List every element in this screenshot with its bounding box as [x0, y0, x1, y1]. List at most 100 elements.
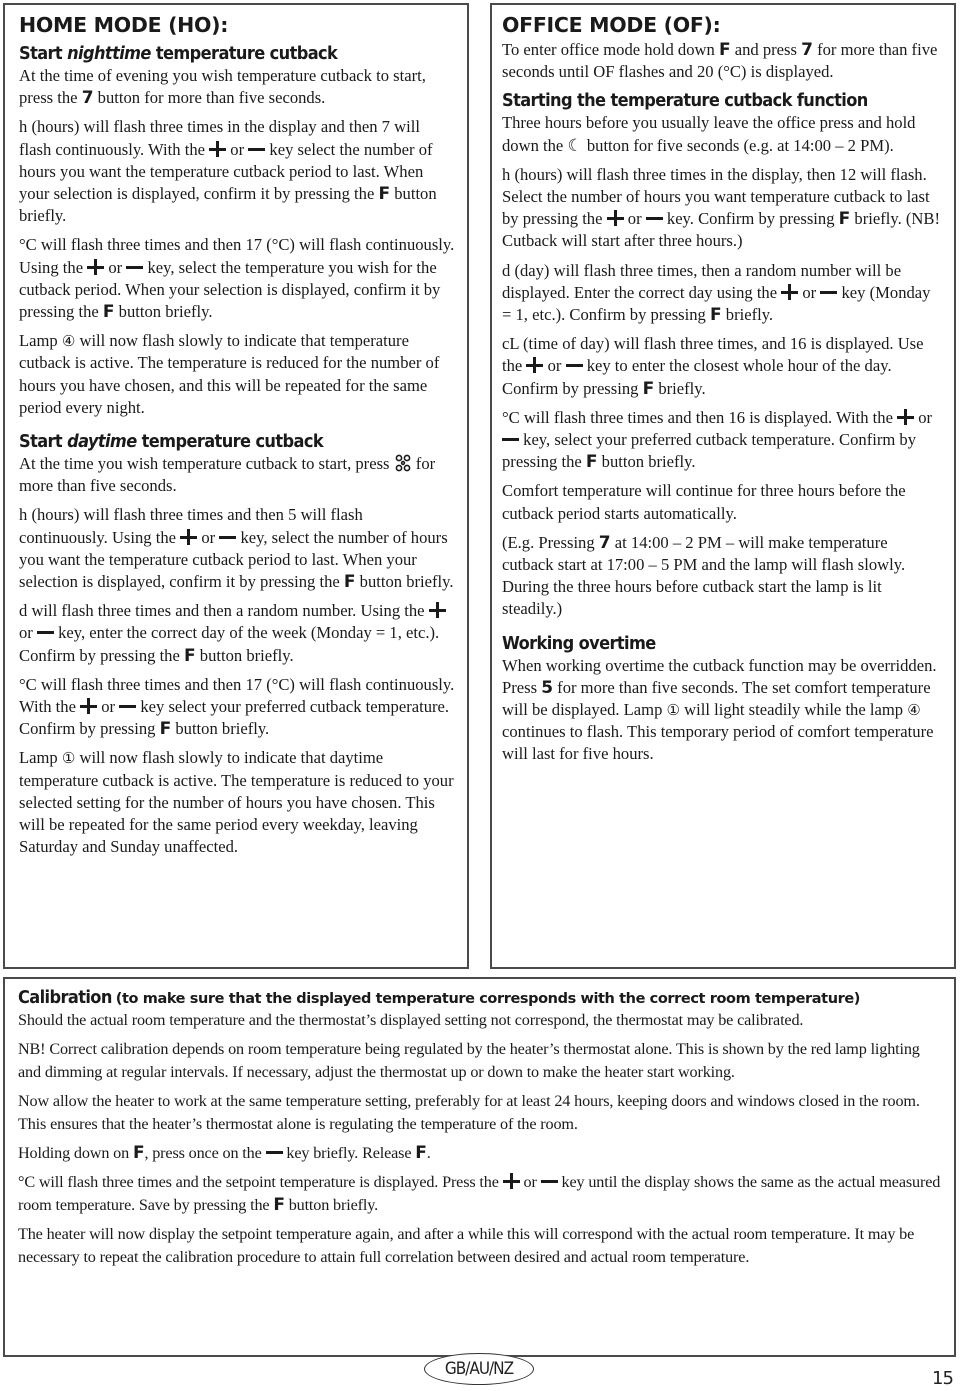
- minus-key-icon: [502, 432, 519, 446]
- office-mode-title: OFFICE MODE (OF):: [502, 13, 721, 37]
- text: Lamp: [19, 331, 62, 351]
- key-f-icon: F: [102, 302, 115, 323]
- office-paragraph: (E.g. Pressing 7 at 14:00 – 2 PM – will …: [502, 532, 942, 621]
- key-f-icon: F: [184, 645, 196, 666]
- minus-key-icon: [265, 1145, 283, 1159]
- key-7-icon: 7: [598, 532, 611, 553]
- key-f-icon: F: [642, 378, 655, 399]
- text: °C will flash three times and the setpoi…: [18, 1173, 503, 1192]
- text: or: [104, 257, 127, 277]
- key-f-icon: F: [838, 209, 851, 230]
- key-f-icon: F: [273, 1194, 285, 1215]
- text: Lamp: [19, 748, 62, 768]
- plus-key-icon: [209, 140, 227, 157]
- lamp-4-icon: ④: [907, 701, 921, 720]
- minus-key-icon: [119, 699, 137, 713]
- key-7-icon: 7: [81, 88, 94, 109]
- plus-key-icon: [428, 602, 446, 619]
- text: briefly.: [721, 305, 774, 325]
- heading-prefix: Start: [19, 431, 63, 453]
- nighttime-paragraph: Lamp ④ will now flash slowly to indicate…: [19, 330, 455, 419]
- text: d will flash three times and then a rand…: [19, 601, 429, 621]
- heading-suffix: temperature cutback: [155, 43, 338, 64]
- calibration-paragraph: Should the actual room temperature and t…: [18, 1011, 804, 1029]
- text: Holding down on: [18, 1144, 133, 1163]
- lamp-4-icon: ④: [61, 332, 76, 351]
- overtime-paragraph: When working overtime the cutback functi…: [502, 655, 942, 766]
- text: or: [623, 209, 646, 229]
- text: or: [914, 407, 933, 427]
- plus-key-icon: [606, 210, 624, 227]
- daytime-paragraph: At the time you wish temperature cutback…: [19, 453, 455, 497]
- text: will light steadily while the lamp: [679, 700, 908, 720]
- key-f-icon: F: [718, 40, 731, 60]
- daytime-paragraph: d will flash three times and then a rand…: [19, 600, 455, 667]
- text: or: [19, 623, 37, 643]
- text: button briefly.: [195, 645, 294, 665]
- key-f-icon: F: [132, 1143, 145, 1164]
- text: and press: [730, 40, 802, 59]
- daytime-paragraph: h (hours) will flash three times and the…: [19, 504, 455, 593]
- text: or: [197, 527, 220, 547]
- text: or: [226, 139, 249, 159]
- key-5-icon: 5: [541, 677, 554, 698]
- calibration-subheading: (to make sure that the displayed tempera…: [115, 991, 861, 1007]
- text: or: [543, 356, 566, 376]
- plus-key-icon: [781, 283, 799, 300]
- office-mode-section: OFFICE MODE (OF): To enter office mode h…: [490, 3, 956, 969]
- text: or: [519, 1173, 541, 1192]
- plus-key-icon: [897, 408, 915, 425]
- calibration-paragraph: NB! Correct calibration depends on room …: [18, 1040, 920, 1081]
- text: key. Confirm by pressing: [662, 209, 839, 229]
- text: , press once on the: [144, 1144, 266, 1163]
- page-number: 15: [932, 1368, 954, 1389]
- office-paragraph: h (hours) will flash three times in the …: [502, 164, 942, 253]
- minus-key-icon: [219, 530, 237, 544]
- home-mode-title: HOME MODE (HO):: [19, 13, 229, 37]
- key-7-icon: 7: [801, 40, 813, 60]
- text: button briefly.: [171, 719, 270, 739]
- key-f-icon: F: [585, 452, 598, 473]
- minus-key-icon: [36, 625, 54, 639]
- heading-suffix: temperature cutback: [141, 431, 324, 453]
- daytime-paragraph: °C will flash three times and then 17 (°…: [19, 674, 455, 741]
- plus-key-icon: [180, 528, 198, 545]
- text: button for five seconds (e.g. at 14:00 –…: [582, 135, 894, 155]
- key-f-icon: F: [159, 719, 172, 740]
- calibration-paragraph: The heater will now display the setpoint…: [18, 1225, 915, 1266]
- plus-key-icon: [80, 698, 98, 715]
- minus-key-icon: [645, 211, 663, 225]
- office-intro: To enter office mode hold down F and pre…: [502, 39, 942, 83]
- key-f-icon: F: [343, 572, 356, 593]
- minus-key-icon: [540, 1174, 558, 1188]
- text: will now flash slowly to indicate that d…: [19, 748, 454, 857]
- lamp-1-icon: ①: [61, 749, 76, 768]
- office-paragraph: d (day) will flash three times, then a r…: [502, 260, 942, 327]
- minus-key-icon: [248, 142, 266, 156]
- text: or: [798, 282, 821, 302]
- daytime-paragraph: Lamp ① will now flash slowly to indicate…: [19, 747, 455, 858]
- text: button briefly.: [284, 1195, 379, 1214]
- calibration-heading-row: Calibration (to make sure that the displ…: [18, 987, 944, 1009]
- text: key, select your preferred cutback tempe…: [502, 430, 917, 472]
- calibration-section: Calibration (to make sure that the displ…: [3, 977, 956, 1357]
- office-paragraph: Three hours before you usually leave the…: [502, 112, 942, 156]
- home-mode-section: HOME MODE (HO): Start nighttime temperat…: [3, 3, 469, 969]
- key-f-icon: F: [710, 305, 722, 326]
- calibration-paragraph: Holding down on F, press once on the key…: [18, 1142, 944, 1164]
- starting-cutback-heading: Starting the temperature cutback functio…: [502, 90, 868, 112]
- working-overtime-heading: Working overtime: [502, 632, 656, 654]
- text: or: [97, 697, 120, 717]
- text: (E.g. Pressing: [502, 532, 599, 552]
- nighttime-paragraph: h (hours) will flash three times in the …: [19, 116, 455, 227]
- key-f-icon: F: [378, 184, 391, 205]
- minus-key-icon: [820, 285, 838, 299]
- nighttime-heading: Start nighttime temperature cutback: [19, 43, 455, 65]
- text: continues to flash. This temporary perio…: [502, 722, 934, 764]
- calibration-paragraph: °C will flash three times and the setpoi…: [18, 1171, 944, 1216]
- heading-emphasis: daytime: [67, 431, 137, 453]
- text: At the time you wish temperature cutback…: [19, 454, 394, 474]
- plus-key-icon: [502, 1173, 520, 1190]
- text: button briefly.: [597, 452, 696, 472]
- office-paragraph: °C will flash three times and then 16 is…: [502, 407, 942, 474]
